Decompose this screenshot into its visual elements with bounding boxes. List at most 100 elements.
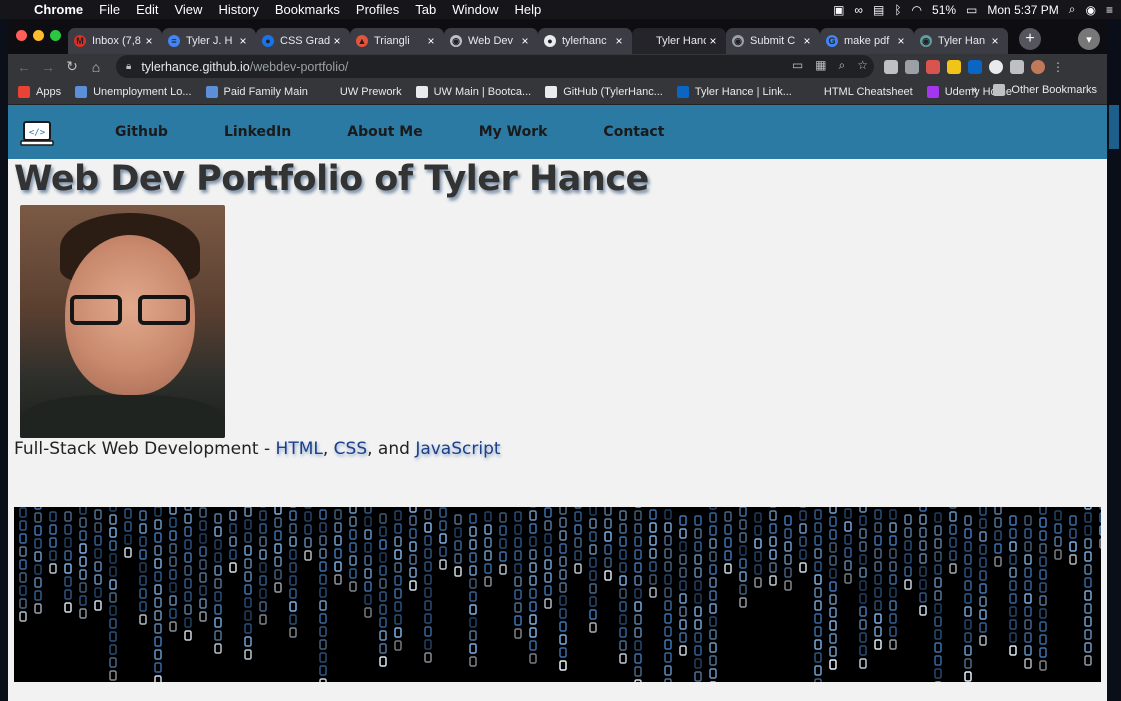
matrix-glyph	[109, 553, 117, 564]
extension-icon-2[interactable]	[905, 60, 919, 74]
spotlight-search-icon[interactable]: ⌕	[1069, 2, 1076, 17]
back-icon[interactable]: ←	[12, 59, 36, 75]
matrix-glyph	[784, 541, 792, 552]
matrix-glyph	[424, 574, 432, 585]
tab-close-icon[interactable]: ×	[236, 34, 250, 48]
reload-icon[interactable]: ↻	[60, 58, 84, 75]
profile-avatar[interactable]	[1031, 60, 1045, 74]
home-icon[interactable]: ⌂	[84, 59, 108, 75]
matrix-glyph	[874, 548, 882, 559]
browser-tab[interactable]: ◉ Tyler Han ×	[914, 28, 1008, 54]
screen-record-icon[interactable]: ▣	[833, 3, 844, 17]
matrix-glyph	[784, 528, 792, 539]
new-tab-button[interactable]: +	[1019, 28, 1041, 50]
zoom-icon[interactable]: ⌕	[839, 58, 846, 73]
nav-contact-link[interactable]: Contact	[603, 124, 664, 140]
tab-close-icon[interactable]: ×	[142, 34, 156, 48]
bluetooth-icon[interactable]: ᛒ	[894, 3, 901, 17]
zoom-window-button[interactable]	[50, 30, 61, 41]
tab-close-icon[interactable]: ×	[518, 34, 532, 48]
bookmark-item[interactable]: UW Prework	[321, 85, 402, 98]
bookmark-item[interactable]: GitHub (TylerHanc...	[545, 85, 663, 98]
nav-about-me-link[interactable]: About Me	[347, 124, 422, 140]
menu-app-name[interactable]: Chrome	[30, 2, 91, 17]
matrix-glyph	[829, 542, 837, 553]
matrix-glyph	[559, 569, 567, 580]
battery-percent[interactable]: 51%	[932, 3, 956, 17]
bookmark-item[interactable]: Apps	[18, 85, 61, 98]
tab-close-icon[interactable]: ×	[424, 34, 438, 48]
wifi-icon[interactable]: ◠	[912, 3, 922, 17]
menu-view[interactable]: View	[166, 2, 210, 17]
menu-tab[interactable]: Tab	[407, 2, 444, 17]
matrix-glyph	[469, 617, 477, 628]
extension-icon-1[interactable]	[884, 60, 898, 74]
bookmarks-overflow-chevron[interactable]: »	[971, 84, 977, 96]
browser-tab[interactable]: ● tylerhanc ×	[538, 28, 632, 54]
bookmark-item[interactable]: HTML Cheatsheet	[805, 85, 913, 98]
menu-edit[interactable]: Edit	[128, 2, 166, 17]
cast-icon[interactable]: ▭	[792, 58, 803, 73]
bookmark-item[interactable]: Unemployment Lo...	[75, 85, 192, 98]
linkedin-extension-icon[interactable]	[968, 60, 982, 74]
matrix-glyph	[154, 675, 162, 682]
extension-icon-4[interactable]	[947, 60, 961, 74]
tab-close-icon[interactable]: ×	[894, 34, 908, 48]
tab-search-icon[interactable]: ▾	[1078, 28, 1100, 50]
address-bar[interactable]: 🔒︎ tylerhance.github.io/webdev-portfolio…	[116, 55, 874, 78]
matrix-glyph	[694, 619, 702, 630]
menu-history[interactable]: History	[210, 2, 266, 17]
extension-icon-3[interactable]	[926, 60, 940, 74]
siri-icon[interactable]: ◉	[1086, 3, 1096, 17]
matrix-glyph	[184, 513, 192, 524]
bookmark-item[interactable]: UW Main | Bootca...	[415, 85, 531, 98]
matrix-glyph	[559, 647, 567, 658]
bookmark-item[interactable]: Paid Family Main	[205, 85, 308, 98]
glasses-icon[interactable]: ∞	[854, 3, 863, 17]
browser-tab[interactable]: ▲ Triangli ×	[350, 28, 444, 54]
other-bookmarks[interactable]: Other Bookmarks	[993, 84, 1097, 96]
menu-file[interactable]: File	[91, 2, 128, 17]
nav-linkedin-link[interactable]: LinkedIn	[224, 124, 291, 140]
qr-code-icon[interactable]: ▦	[815, 58, 826, 73]
matrix-glyph	[619, 510, 627, 521]
lock-icon[interactable]: 🔒︎	[126, 61, 131, 72]
puzzle-icon[interactable]	[1010, 60, 1024, 74]
matrix-glyph	[649, 509, 657, 520]
clock[interactable]: Mon 5:37 PM	[987, 3, 1058, 17]
menu-help[interactable]: Help	[507, 2, 550, 17]
control-center-icon[interactable]: ≡	[1106, 3, 1113, 17]
tab-close-icon[interactable]: ×	[706, 34, 720, 48]
bookmark-item[interactable]: Tyler Hance | Link...	[676, 85, 792, 98]
matrix-glyph	[859, 554, 867, 565]
browser-tab[interactable]: ● CSS Grad ×	[256, 28, 350, 54]
nav-my-work-link[interactable]: My Work	[479, 124, 548, 140]
browser-tab[interactable]: ◉ Web Dev ×	[444, 28, 538, 54]
browser-tab[interactable]: M Inbox (7,8 ×	[68, 28, 162, 54]
forward-icon[interactable]: →	[36, 59, 60, 75]
tab-close-icon[interactable]: ×	[612, 34, 626, 48]
menu-bookmarks[interactable]: Bookmarks	[267, 2, 348, 17]
close-window-button[interactable]	[16, 30, 27, 41]
matrix-glyph	[619, 523, 627, 534]
tab-close-icon[interactable]: ×	[330, 34, 344, 48]
bookmark-star-icon[interactable]: ☆	[857, 58, 868, 73]
battery-icon[interactable]: ▭	[966, 3, 977, 17]
tab-close-icon[interactable]: ×	[800, 34, 814, 48]
tab-title: Submit C	[750, 35, 796, 47]
tab-close-icon[interactable]: ×	[988, 34, 1002, 48]
menu-window[interactable]: Window	[444, 2, 506, 17]
browser-tab[interactable]: ≡ Tyler J. H ×	[162, 28, 256, 54]
matrix-glyph	[199, 585, 207, 596]
extension-icon-6[interactable]	[989, 60, 1003, 74]
menu-profiles[interactable]: Profiles	[348, 2, 407, 17]
browser-tab[interactable]: Tyler Hanc ×	[632, 28, 726, 54]
browser-tab[interactable]: Gmake pdf ×	[820, 28, 914, 54]
flag-icon[interactable]: ▤	[873, 3, 884, 17]
menu-kebab-icon[interactable]: ⋮	[1052, 60, 1064, 74]
code-laptop-logo-icon[interactable]: </>	[20, 120, 54, 148]
browser-tab[interactable]: ◉ Submit C ×	[726, 28, 820, 54]
minimize-window-button[interactable]	[33, 30, 44, 41]
matrix-glyph	[139, 523, 147, 534]
nav-github-link[interactable]: Github	[115, 124, 168, 140]
